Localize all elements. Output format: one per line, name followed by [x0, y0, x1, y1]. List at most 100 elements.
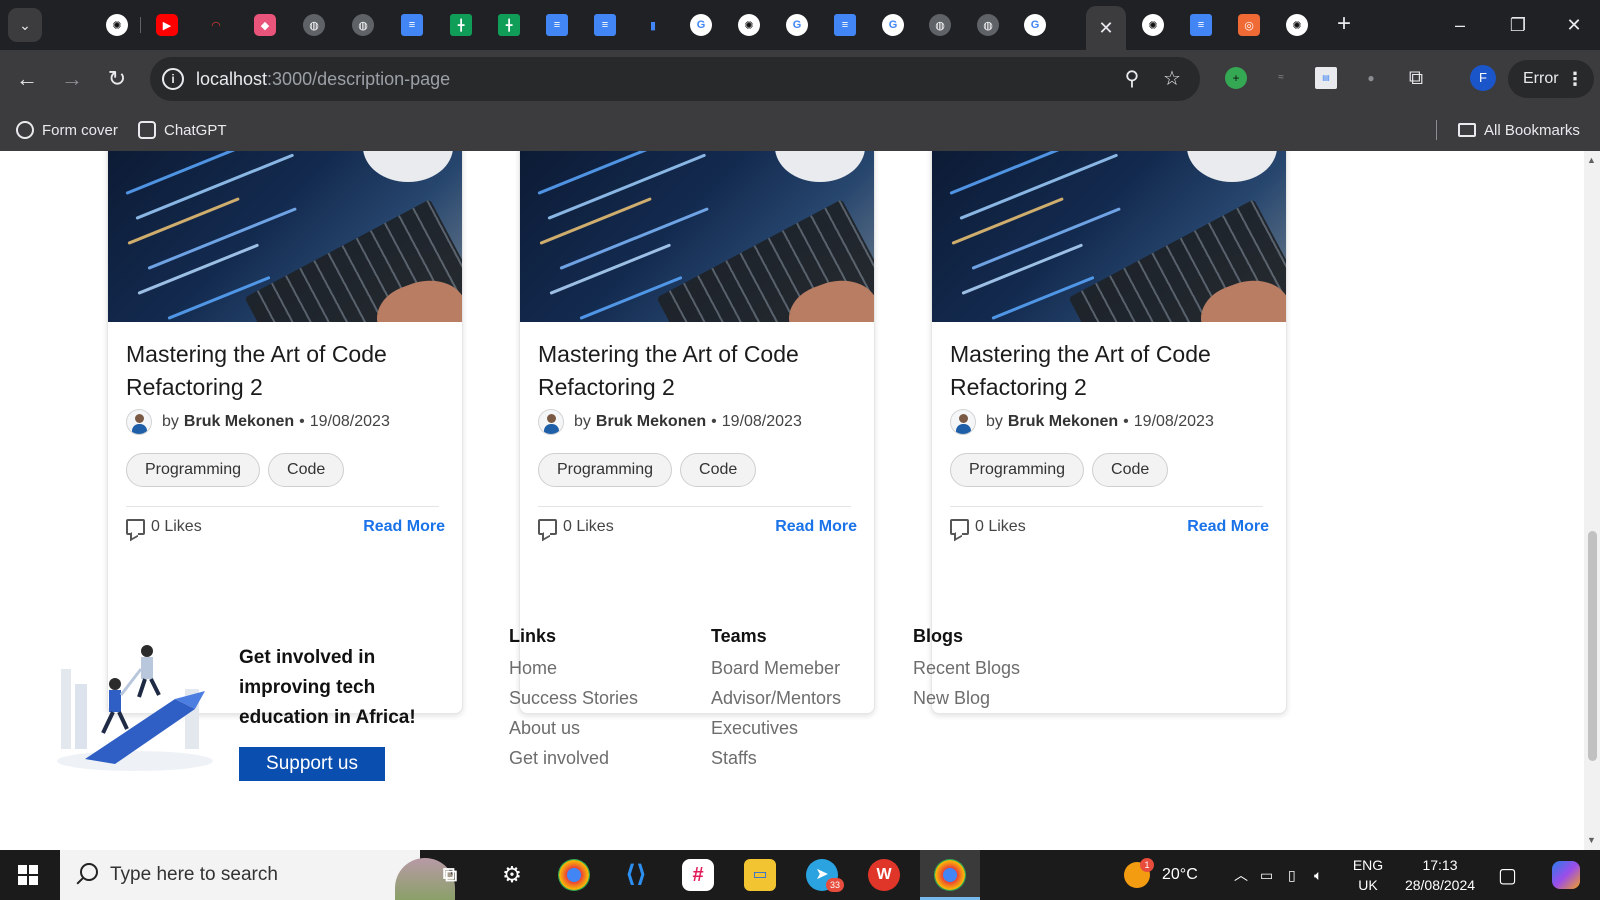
footer-link[interactable]: Recent Blogs: [913, 653, 1020, 683]
taskbar-search-box[interactable]: Type here to search: [60, 850, 455, 900]
google-tab-icon[interactable]: G: [690, 14, 712, 36]
copilot-icon[interactable]: [1552, 861, 1580, 889]
blog-card-image[interactable]: [520, 151, 874, 322]
design-tab-icon[interactable]: ◆: [254, 14, 276, 36]
footer-link[interactable]: Board Memeber: [711, 653, 841, 683]
task-view-icon[interactable]: ⧉: [434, 859, 466, 891]
active-taskbar-app[interactable]: [920, 850, 980, 900]
close-window-icon[interactable]: ✕: [1554, 10, 1594, 40]
app-tab-icon[interactable]: ◎: [1238, 14, 1260, 36]
vscode-icon[interactable]: ⟨⟩: [620, 859, 652, 891]
network-icon[interactable]: ▭: [1260, 850, 1273, 900]
google-tab-icon[interactable]: G: [882, 14, 904, 36]
tab-search-button[interactable]: ⌄: [8, 8, 42, 42]
new-tab-icon[interactable]: +: [1331, 12, 1357, 38]
tag-chip[interactable]: Programming: [538, 453, 673, 487]
support-us-button[interactable]: Support us: [239, 747, 385, 781]
docs-tab-icon[interactable]: ≡: [594, 14, 616, 36]
language-bottom[interactable]: UK: [1350, 875, 1386, 895]
back-icon[interactable]: ←: [12, 64, 42, 94]
notifications-icon[interactable]: ▢: [1498, 850, 1517, 900]
extensions-puzzle-icon[interactable]: ⧉: [1405, 67, 1427, 89]
chrome-icon[interactable]: [558, 859, 590, 891]
profile-avatar[interactable]: F: [1470, 65, 1496, 91]
read-more-link[interactable]: Read More: [775, 518, 857, 536]
footer-link[interactable]: Home: [509, 653, 638, 683]
sheets-tab-icon[interactable]: ╋: [498, 14, 520, 36]
error-menu-button[interactable]: Error ⋮: [1508, 60, 1594, 98]
author-name[interactable]: Bruk Mekonen: [184, 413, 294, 431]
sheets-tab-icon[interactable]: ╋: [450, 14, 472, 36]
docs-tab-icon[interactable]: ≡: [1190, 14, 1212, 36]
google-tab-icon[interactable]: G: [1024, 14, 1046, 36]
blog-card-image[interactable]: [108, 151, 462, 322]
tag-chip[interactable]: Code: [1092, 453, 1169, 487]
settings-gear-icon[interactable]: ⚙: [496, 859, 528, 891]
reload-icon[interactable]: ↻: [102, 64, 132, 94]
read-more-link[interactable]: Read More: [1187, 518, 1269, 536]
extension-add-icon[interactable]: +: [1225, 67, 1247, 89]
footer-link[interactable]: Get involved: [509, 743, 638, 773]
read-more-link[interactable]: Read More: [363, 518, 445, 536]
likes-count[interactable]: 0 Likes: [126, 514, 202, 540]
battery-icon[interactable]: ▯: [1288, 850, 1296, 900]
globe-tab-icon[interactable]: ◍: [352, 14, 374, 36]
forward-icon[interactable]: →: [57, 64, 87, 94]
clock-date[interactable]: 28/08/2024: [1398, 875, 1482, 895]
globe-tab-icon[interactable]: ◍: [303, 14, 325, 36]
scroll-down-icon[interactable]: ▼: [1587, 835, 1596, 845]
globe-tab-icon[interactable]: ◍: [977, 14, 999, 36]
chatgpt-tab-icon[interactable]: ✺: [106, 14, 128, 36]
bookmark-form-cover[interactable]: Form cover: [16, 118, 118, 142]
blog-card-title[interactable]: Mastering the Art of Code Refactoring 2: [126, 338, 446, 404]
blog-card-title[interactable]: Mastering the Art of Code Refactoring 2: [538, 338, 858, 404]
youtube-tab-icon[interactable]: ▶: [156, 14, 178, 36]
wps-office-icon[interactable]: W: [868, 859, 900, 891]
chatgpt-tab-icon[interactable]: ✺: [1142, 14, 1164, 36]
all-bookmarks-button[interactable]: All Bookmarks: [1458, 118, 1580, 142]
chatgpt-tab-icon[interactable]: ✺: [1286, 14, 1308, 36]
extension-icon[interactable]: ●: [1360, 67, 1382, 89]
slack-icon[interactable]: #: [682, 859, 714, 891]
tag-chip[interactable]: Programming: [126, 453, 261, 487]
docs-tab-icon[interactable]: ≡: [546, 14, 568, 36]
tray-overflow-icon[interactable]: ︿: [1234, 850, 1248, 900]
address-url[interactable]: localhost:3000/description-page: [196, 69, 450, 90]
author-name[interactable]: Bruk Mekonen: [596, 413, 706, 431]
footer-link[interactable]: About us: [509, 713, 638, 743]
windows-start-icon[interactable]: [18, 865, 38, 885]
weather-temperature[interactable]: 20°C: [1162, 850, 1198, 900]
extension-icon[interactable]: ≈: [1270, 67, 1292, 89]
footer-link[interactable]: Success Stories: [509, 683, 638, 713]
globe-tab-icon[interactable]: ◍: [929, 14, 951, 36]
clock-time[interactable]: 17:13: [1398, 855, 1482, 875]
author-name[interactable]: Bruk Mekonen: [1008, 413, 1118, 431]
file-explorer-icon[interactable]: ▭: [744, 859, 776, 891]
address-bar[interactable]: i localhost:3000/description-page ⚲ ☆: [150, 57, 1200, 101]
footer-link[interactable]: Advisor/Mentors: [711, 683, 841, 713]
site-info-icon[interactable]: i: [162, 68, 184, 90]
page-scrollbar[interactable]: ▲ ▼: [1584, 151, 1600, 850]
bookmark-star-icon[interactable]: ☆: [1161, 68, 1183, 90]
scroll-up-icon[interactable]: ▲: [1587, 155, 1596, 165]
restore-icon[interactable]: ❐: [1498, 10, 1538, 40]
bookmark-chatgpt[interactable]: ChatGPT: [138, 118, 227, 142]
likes-count[interactable]: 0 Likes: [950, 514, 1026, 540]
google-tab-icon[interactable]: G: [786, 14, 808, 36]
analytics-tab-icon[interactable]: ▮: [642, 14, 664, 36]
likes-count[interactable]: 0 Likes: [538, 514, 614, 540]
active-tab-close-icon[interactable]: ✕: [1086, 6, 1126, 50]
footer-link[interactable]: Executives: [711, 713, 841, 743]
blog-card-image[interactable]: [932, 151, 1286, 322]
docs-tab-icon[interactable]: ≡: [401, 14, 423, 36]
chatgpt-tab-icon[interactable]: ✺: [738, 14, 760, 36]
tag-chip[interactable]: Programming: [950, 453, 1085, 487]
zoom-icon[interactable]: ⚲: [1121, 68, 1143, 90]
scrollbar-thumb[interactable]: [1588, 531, 1597, 761]
tag-chip[interactable]: Code: [680, 453, 757, 487]
footer-link[interactable]: Staffs: [711, 743, 841, 773]
minimize-icon[interactable]: –: [1440, 10, 1480, 40]
tag-chip[interactable]: Code: [268, 453, 345, 487]
volume-icon[interactable]: 🔈︎: [1314, 850, 1322, 900]
footer-link[interactable]: New Blog: [913, 683, 1020, 713]
